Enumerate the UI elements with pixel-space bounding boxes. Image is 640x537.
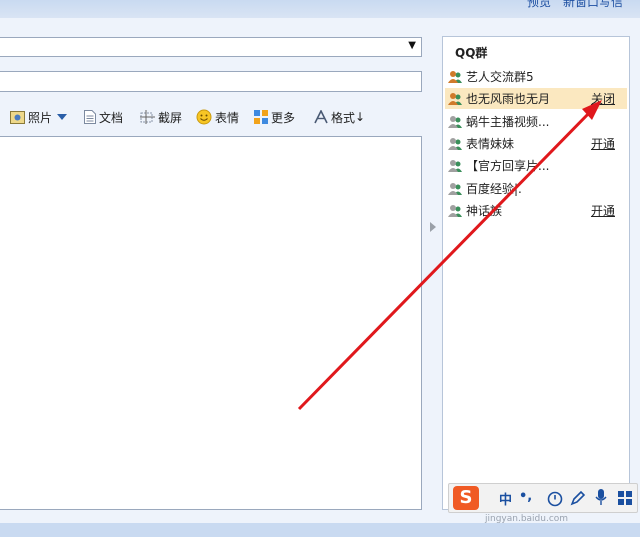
annotation-arrow xyxy=(297,100,602,411)
